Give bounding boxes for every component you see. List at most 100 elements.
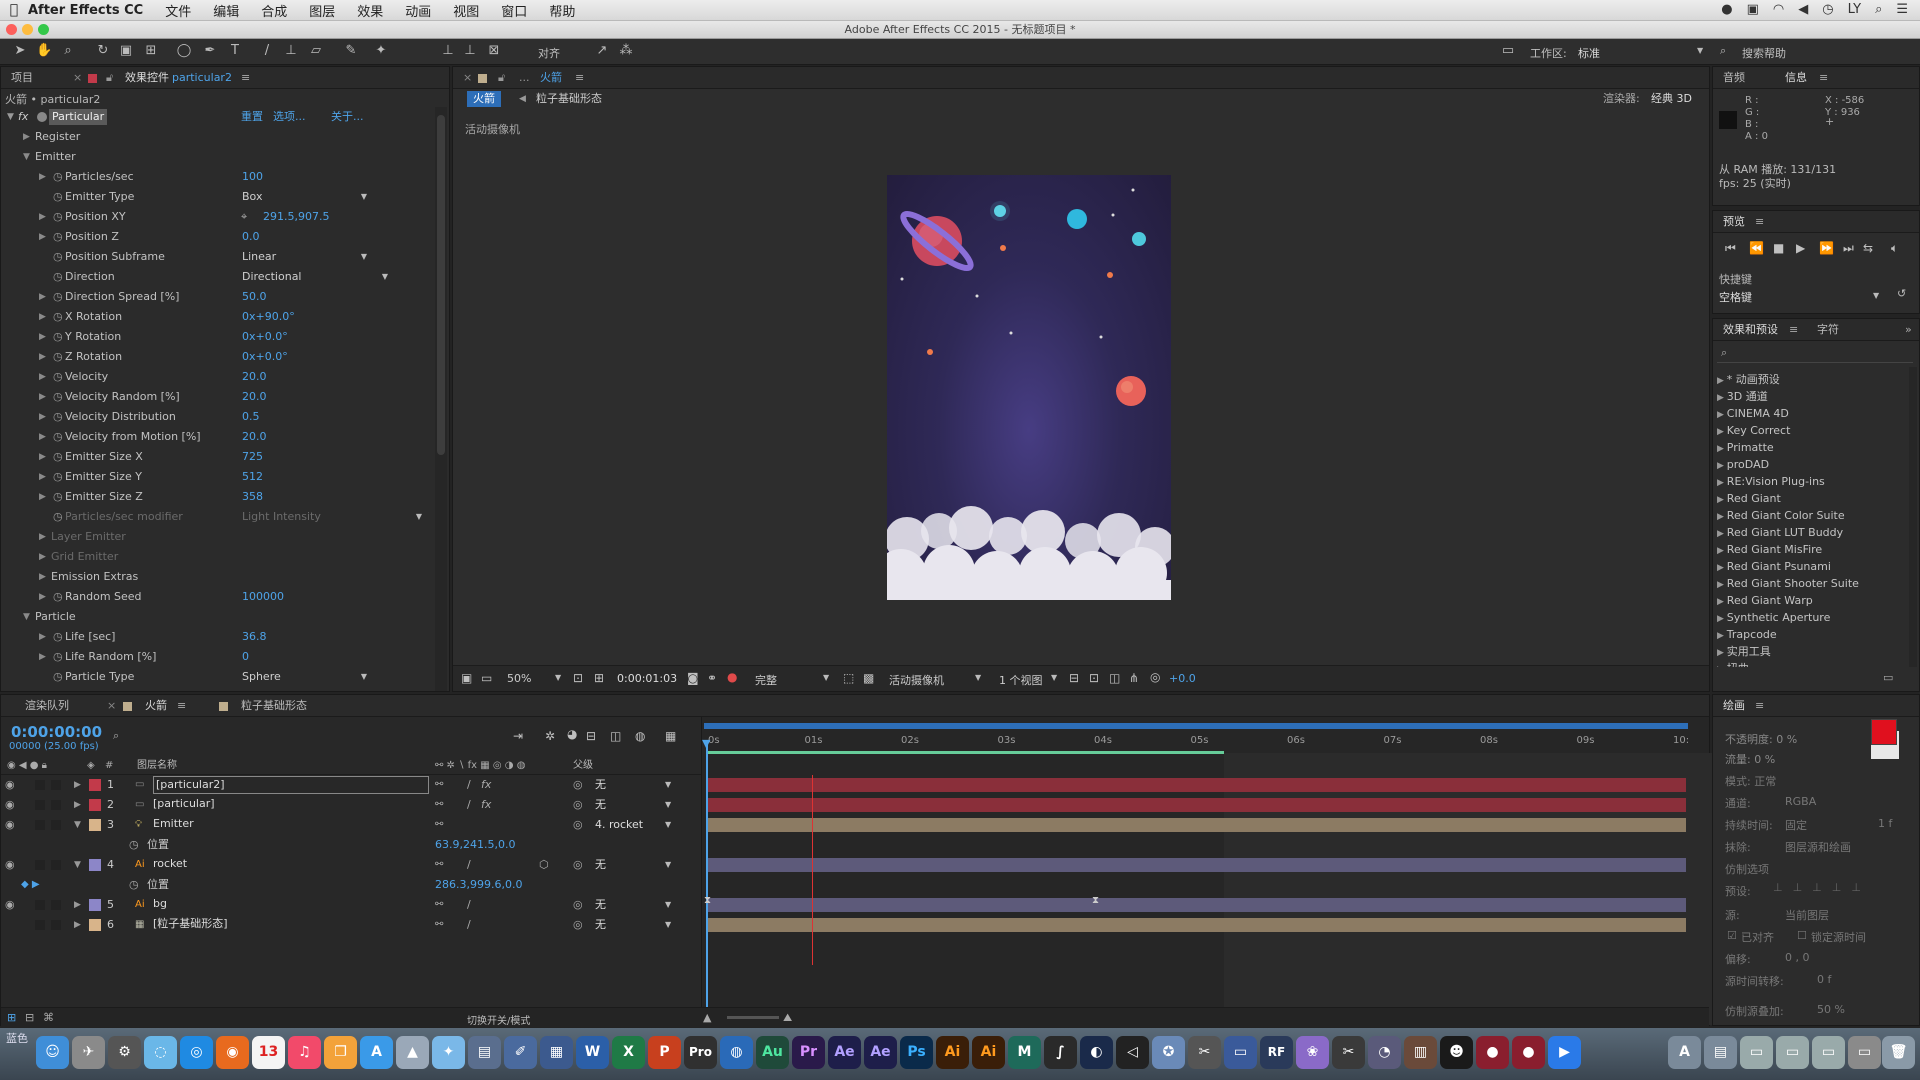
visibility-eye-icon[interactable]: ◉	[5, 895, 15, 915]
lock-toggle[interactable]	[51, 820, 61, 830]
stopwatch-icon[interactable]: ◷	[53, 587, 63, 607]
renderer-value[interactable]: 经典 3D	[1651, 89, 1692, 109]
tab-character[interactable]: 字符	[1817, 319, 1839, 341]
collapse-triangle-icon[interactable]: ▼	[74, 815, 81, 835]
menu-composition[interactable]: 合成	[261, 1, 287, 20]
effects-category[interactable]: ▶ Red Giant Color Suite	[1713, 507, 1907, 524]
camera-select[interactable]: 活动摄像机	[889, 672, 944, 688]
effects-category[interactable]: ▶ Red Giant Shooter Suite	[1713, 575, 1907, 592]
layer-row[interactable]: ◉ ▼ 3 💡︎ Emitter ⚯ ◎ 4. rocket ▼	[1, 815, 701, 835]
effect-settings-icon[interactable]	[37, 112, 47, 122]
parent-chevron-icon[interactable]: ▼	[665, 775, 671, 795]
expand-triangle-icon[interactable]: ▶	[39, 447, 46, 467]
app-store-icon[interactable]: A	[360, 1036, 393, 1069]
stopwatch-icon[interactable]: ◷	[53, 367, 63, 387]
menu-edit[interactable]: 编辑	[213, 1, 239, 20]
time-navigator-bar[interactable]	[704, 723, 1688, 729]
expand-triangle-icon[interactable]: ▶	[39, 527, 46, 547]
expand-panel-icon[interactable]: »	[1905, 319, 1912, 341]
fast-previews-icon[interactable]: ⊡	[1089, 671, 1099, 685]
effects-category[interactable]: ▶ Key Correct	[1713, 422, 1907, 439]
effects-search-input[interactable]: ⌕	[1717, 345, 1913, 363]
stopwatch-icon[interactable]: ◷	[53, 307, 63, 327]
property-value[interactable]: 0.5	[242, 407, 260, 427]
time-shift-value[interactable]: 0 f	[1817, 973, 1831, 986]
region-of-interest-icon[interactable]: ⬚	[843, 671, 854, 685]
solo-toggle[interactable]	[35, 900, 45, 910]
effects-category[interactable]: ▶ 3D 通道	[1713, 388, 1907, 405]
camera-tool-icon[interactable]: ▣	[118, 43, 134, 59]
resolution-chevron-icon[interactable]: ▼	[823, 673, 829, 682]
expand-triangle-icon[interactable]: ▶	[23, 127, 30, 147]
effect-property-row[interactable]: ▶ ◷ X Rotation 0x+90.0°	[1, 307, 431, 327]
work-area-bar[interactable]	[708, 751, 1224, 754]
effect-property-row[interactable]: ◷ Particle Type Sphere	[1, 667, 431, 687]
effects-category[interactable]: ▶ Synthetic Aperture	[1713, 609, 1907, 626]
lock-toggle[interactable]	[51, 920, 61, 930]
effects-menu-icon[interactable]: ≡	[1789, 319, 1798, 341]
effect-property-row[interactable]: ◷ Particles/sec modifier Light Intensity	[1, 507, 431, 527]
first-frame-icon[interactable]: ⏮	[1725, 241, 1736, 256]
expand-triangle-icon[interactable]: ▶	[1717, 665, 1727, 667]
expand-triangle-icon[interactable]: ▶	[1717, 512, 1727, 522]
expand-stretch-icon[interactable]: ⌘	[43, 1011, 54, 1024]
property-value[interactable]: 0x+90.0°	[242, 307, 295, 327]
photos-icon[interactable]: ❀	[1296, 1036, 1329, 1069]
solo-toggle[interactable]	[35, 920, 45, 930]
toggle-switches-modes[interactable]: 切换开关/模式	[467, 1012, 530, 1027]
premiere-icon[interactable]: Pr	[792, 1036, 825, 1069]
shortcut-select[interactable]: 空格键	[1719, 289, 1879, 305]
effects-scrollbar[interactable]	[1909, 367, 1917, 667]
stopwatch-icon[interactable]: ◷	[53, 287, 63, 307]
shy-switch-icon[interactable]: ⚯	[435, 775, 443, 795]
applications-folder-icon[interactable]: A	[1668, 1036, 1701, 1069]
expand-triangle-icon[interactable]: ▶	[1717, 427, 1727, 437]
layer-label-color[interactable]	[89, 779, 101, 791]
solo-toggle[interactable]	[35, 820, 45, 830]
search-help-input[interactable]: 搜索帮助	[1742, 45, 1786, 61]
stopwatch-icon[interactable]: ◷	[53, 507, 63, 527]
draft-3d-icon[interactable]: ✲	[545, 729, 555, 743]
messages-icon[interactable]: ◌	[144, 1036, 177, 1069]
clone-preset-icons[interactable]: ⊥⊥⊥⊥⊥	[1773, 881, 1871, 894]
property-dropdown[interactable]: Directional	[242, 267, 388, 287]
lock-toggle[interactable]	[51, 900, 61, 910]
keynote-icon[interactable]: ▤	[468, 1036, 501, 1069]
clock-icon[interactable]: ◷	[1822, 2, 1833, 17]
calendar-icon[interactable]: 13	[252, 1036, 285, 1069]
tab-effect-controls[interactable]: 效果控件	[125, 67, 169, 89]
stopwatch-icon[interactable]: ◷	[53, 387, 63, 407]
shy-layers-icon[interactable]: ◕	[567, 727, 577, 741]
expand-triangle-icon[interactable]: ▶	[1717, 614, 1727, 624]
comp-viewer-canvas[interactable]	[887, 175, 1171, 600]
expand-triangle-icon[interactable]: ▶	[1717, 631, 1727, 641]
parent-chevron-icon[interactable]: ▼	[665, 895, 671, 915]
show-snapshot-icon[interactable]: ⚭	[707, 671, 717, 685]
shy-switch-icon[interactable]: ⚯	[435, 915, 443, 935]
itunes-icon[interactable]: ♫	[288, 1036, 321, 1069]
effect-property-row[interactable]: ◷ Position Subframe Linear	[1, 247, 431, 267]
effect-property-row[interactable]: ▼ Emitter	[1, 147, 431, 167]
prev-frame-icon[interactable]: ⏪	[1749, 241, 1764, 255]
selection-tool-icon[interactable]: ➤	[12, 43, 28, 59]
workspace-chevron-icon[interactable]: ▼	[1697, 46, 1703, 55]
effect-property-row[interactable]: ▶ ◷ Velocity Random [%] 20.0	[1, 387, 431, 407]
layer-property-row[interactable]: ◷ 位置 63.9,241.5,0.0	[1, 835, 701, 855]
stopwatch-icon[interactable]: ◷	[129, 835, 139, 855]
effect-property-row[interactable]: ▶ ◷ Emitter Size Y 512	[1, 467, 431, 487]
parent-select[interactable]: 4. rocket	[595, 815, 667, 835]
lock-toggle[interactable]	[51, 860, 61, 870]
expand-triangle-icon[interactable]: ▶	[39, 487, 46, 507]
system-prefs-icon[interactable]: ⚙	[108, 1036, 141, 1069]
color-channels-icon[interactable]: ●	[727, 670, 737, 684]
property-value[interactable]: 0x+0.0°	[242, 327, 288, 347]
layer-name[interactable]: rocket	[153, 856, 187, 872]
tab-audio[interactable]: 音频	[1723, 67, 1745, 89]
effect-property-row[interactable]: ▶ ◷ Y Rotation 0x+0.0°	[1, 327, 431, 347]
effects-category[interactable]: ▶ * 动画预设	[1713, 371, 1907, 388]
property-dropdown[interactable]: Light Intensity	[242, 507, 422, 527]
effect-property-row[interactable]: ▶ Layer Emitter	[1, 527, 431, 547]
effects-category[interactable]: ▶ Red Giant Psunami	[1713, 558, 1907, 575]
effect-property-row[interactable]: ◷ Direction Directional	[1, 267, 431, 287]
lock-time-checkbox[interactable]: ☐	[1797, 929, 1807, 942]
